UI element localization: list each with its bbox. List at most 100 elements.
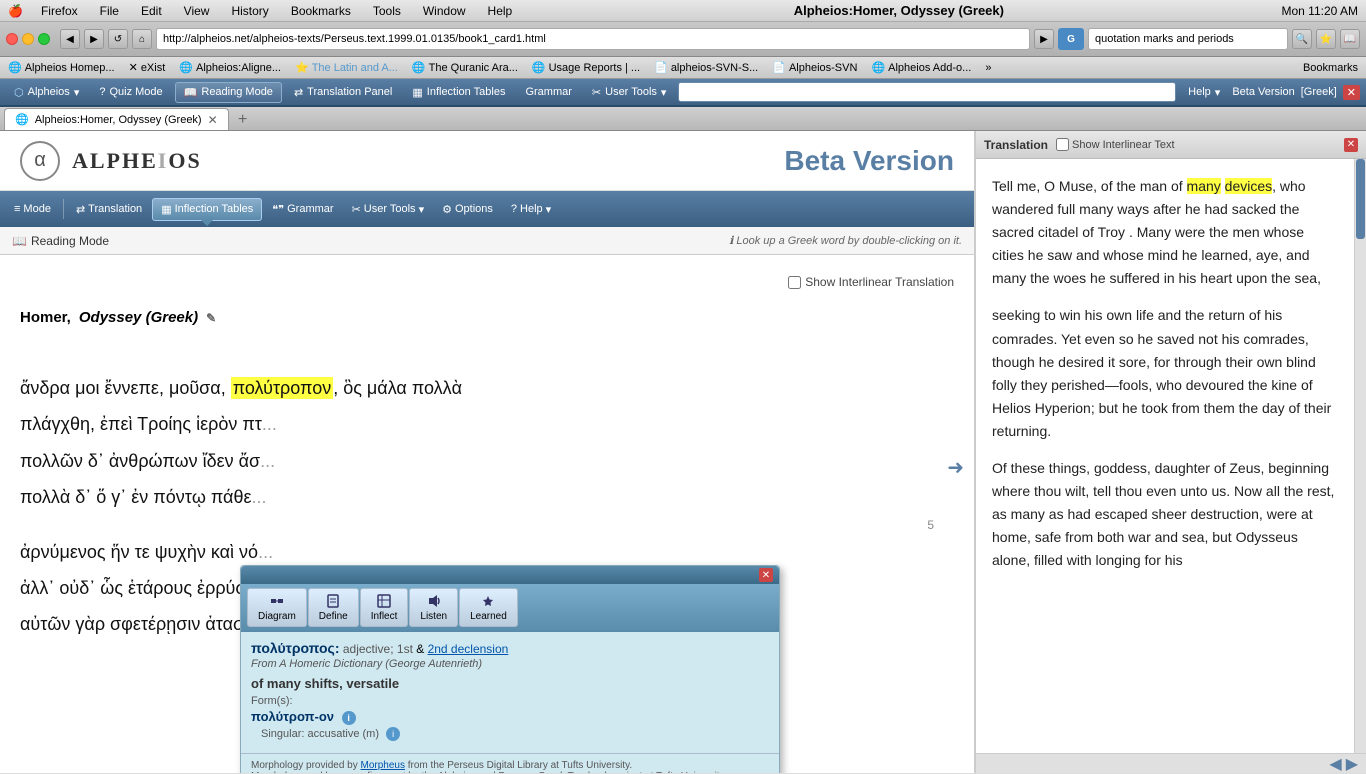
alpheios-label: Alpheios bbox=[28, 86, 70, 98]
menu-history[interactable]: History bbox=[227, 2, 272, 20]
user-tools-btn[interactable]: ✂ User Tools ▾ bbox=[584, 83, 675, 102]
menu-edit[interactable]: Edit bbox=[137, 2, 166, 20]
diagram-tool-btn[interactable]: Diagram bbox=[247, 588, 307, 627]
define-tool-btn[interactable]: Define bbox=[308, 588, 359, 627]
listen-tool-btn[interactable]: Listen bbox=[409, 588, 458, 627]
trans-scrollbar-thumb[interactable] bbox=[1356, 159, 1365, 239]
reload-button[interactable]: ↺ bbox=[108, 29, 128, 49]
search-input[interactable] bbox=[1088, 28, 1288, 50]
trans-prev-btn[interactable]: ◀ bbox=[1329, 754, 1341, 774]
morph-form-detail: Singular: accusative (m) i bbox=[261, 727, 769, 741]
define-icon bbox=[325, 593, 341, 609]
toolbar-search-input[interactable] bbox=[678, 82, 1176, 102]
go-button[interactable]: ▶ bbox=[1034, 29, 1054, 49]
translation-panel-icon: ⇄ bbox=[294, 86, 303, 99]
bookmark-star[interactable]: ⭐ bbox=[1316, 29, 1336, 49]
trans-scrollbar[interactable] bbox=[1354, 159, 1366, 753]
greek-line-3[interactable]: πολλῶν δ᾽ ἀνθρώπων ἴδεν ἄσ... bbox=[20, 445, 954, 477]
trans-next-btn[interactable]: ▶ bbox=[1346, 754, 1358, 774]
morpheus-link[interactable]: Morpheus bbox=[361, 760, 405, 771]
show-interlinear-checkbox[interactable] bbox=[1056, 138, 1069, 151]
bookmark-item-2[interactable]: 🌐 Alpheios:Aligne... bbox=[175, 59, 285, 76]
new-tab-btn[interactable]: + bbox=[233, 110, 253, 130]
translation-panel-btn[interactable]: ⇄ Translation Panel bbox=[286, 83, 400, 102]
bookmark-item-0[interactable]: 🌐 Alpheios Homep... bbox=[4, 59, 119, 76]
learned-tool-btn[interactable]: Learned bbox=[459, 588, 518, 627]
menu-bookmarks[interactable]: Bookmarks bbox=[287, 2, 355, 20]
show-interlinear-check-label[interactable]: Show Interlinear Text bbox=[1056, 138, 1175, 151]
main-content: α ALPHEIOS Beta Version ≡ Mode ⇄ Transla… bbox=[0, 131, 1366, 773]
bookmark-item-8[interactable]: 🌐 Alpheios Add-o... bbox=[867, 59, 975, 76]
menu-window[interactable]: Window bbox=[419, 2, 470, 20]
ct-user-tools-btn[interactable]: ✂ User Tools ▾ bbox=[344, 199, 433, 220]
menu-file[interactable]: File bbox=[96, 2, 123, 20]
inflect-tool-btn[interactable]: Inflect bbox=[360, 588, 409, 627]
ct-grammar-icon: ❝❞ bbox=[272, 203, 284, 216]
bookmark-item-4[interactable]: 🌐 The Quranic Ara... bbox=[408, 59, 522, 76]
greek-line-2[interactable]: πλάγχθη, ἐπεὶ Τροίης ἱερὸν πτ... bbox=[20, 408, 954, 440]
back-button[interactable]: ◀ bbox=[60, 29, 80, 49]
active-tab[interactable]: 🌐 Alpheios:Homer, Odyssey (Greek) ✕ bbox=[4, 108, 229, 130]
bookmark-more[interactable]: » bbox=[981, 60, 995, 76]
next-page-arrow[interactable]: ➜ bbox=[947, 455, 964, 480]
morph-popup-close[interactable]: ✕ bbox=[759, 568, 773, 582]
ct-translation-btn[interactable]: ⇄ Translation bbox=[68, 199, 150, 220]
apple-menu[interactable]: 🍎 bbox=[8, 4, 23, 18]
bookmark-item-5[interactable]: 🌐 Usage Reports | ... bbox=[528, 59, 644, 76]
interlinear-checkbox[interactable] bbox=[788, 276, 801, 289]
morph-footer-text1: Morphology provided by bbox=[251, 760, 358, 771]
ct-help-btn[interactable]: ? Help ▾ bbox=[503, 199, 559, 220]
greek-line-5[interactable]: ἀρνύμενος ἥν τε ψυχὴν καὶ νό... bbox=[20, 536, 954, 568]
text-title: Homer, Odyssey (Greek) ✎ bbox=[20, 309, 954, 326]
trans-close-btn[interactable]: ✕ bbox=[1344, 138, 1358, 152]
mac-menu-bar[interactable]: 🍎 Firefox File Edit View History Bookmar… bbox=[8, 2, 516, 20]
greek-line-1[interactable]: ἄνδρα μοι ἔννεπε, μοῦσα, πολύτροπον, ὃς … bbox=[20, 372, 954, 404]
reading-mode-btn[interactable]: 📖 Reading Mode bbox=[175, 82, 282, 103]
close-traffic-light[interactable] bbox=[6, 33, 18, 45]
search-button[interactable]: 🔍 bbox=[1292, 29, 1312, 49]
bookmark-item-1[interactable]: ✕ eXist bbox=[125, 59, 170, 76]
ct-grammar-btn[interactable]: ❝❞ Grammar bbox=[264, 199, 341, 220]
morph-info-icon[interactable]: i bbox=[342, 711, 356, 725]
morph-word: πολύτροπος: bbox=[251, 640, 340, 656]
inflection-tables-btn[interactable]: ▦ Inflection Tables bbox=[404, 83, 513, 102]
bookmarks-button[interactable]: 📖 bbox=[1340, 29, 1360, 49]
home-button[interactable]: ⌂ bbox=[132, 29, 152, 49]
edit-icon[interactable]: ✎ bbox=[206, 311, 216, 325]
bookmark-item-7[interactable]: 📄 Alpheios-SVN bbox=[768, 59, 861, 76]
form-detail-value: accusative (m) bbox=[307, 728, 379, 740]
menu-help[interactable]: Help bbox=[484, 2, 517, 20]
mode-btn[interactable]: ≡ Mode bbox=[6, 199, 59, 219]
ct-help-icon: ? bbox=[511, 203, 517, 215]
morph-form-info-icon[interactable]: i bbox=[386, 727, 400, 741]
ct-user-tools-icon: ✂ bbox=[352, 203, 361, 216]
inflection-label: Inflection Tables bbox=[427, 86, 506, 98]
forward-button[interactable]: ▶ bbox=[84, 29, 104, 49]
morph-footer-text2: from the Perseus Digital Library at Tuft… bbox=[408, 760, 632, 771]
greek-line-4[interactable]: πολλὰ δ᾽ ὅ γ᾽ ἐν πόντῳ πάθε... bbox=[20, 481, 954, 513]
bookmark-item-3[interactable]: ⭐ The Latin and A... bbox=[291, 59, 402, 76]
grammar-btn[interactable]: Grammar bbox=[517, 83, 579, 101]
quiz-mode-btn[interactable]: ? Quiz Mode bbox=[91, 83, 170, 101]
help-btn[interactable]: Help ▾ bbox=[1180, 83, 1228, 102]
ct-inflection-btn[interactable]: ▦ Inflection Tables bbox=[152, 198, 262, 221]
menu-tools[interactable]: Tools bbox=[369, 2, 405, 20]
menu-view[interactable]: View bbox=[180, 2, 214, 20]
highlighted-word[interactable]: πολύτροπον bbox=[231, 377, 334, 399]
maximize-traffic-light[interactable] bbox=[38, 33, 50, 45]
address-input[interactable] bbox=[156, 28, 1030, 50]
tab-close-btn[interactable]: ✕ bbox=[208, 113, 218, 127]
ct-options-btn[interactable]: ⚙ Options bbox=[434, 199, 501, 220]
google-icon: G bbox=[1058, 28, 1084, 50]
greek-text-area[interactable]: Show Interlinear Translation Homer, Odys… bbox=[0, 255, 974, 773]
close-toolbar-btn[interactable]: ✕ bbox=[1343, 85, 1360, 100]
minimize-traffic-light[interactable] bbox=[22, 33, 34, 45]
content-toolbar: ≡ Mode ⇄ Translation ▦ Inflection Tables… bbox=[0, 191, 974, 227]
interlinear-checkbox-label[interactable]: Show Interlinear Translation bbox=[788, 275, 954, 289]
bookmarks-label[interactable]: Bookmarks bbox=[1299, 60, 1362, 76]
menu-firefox[interactable]: Firefox bbox=[37, 2, 82, 20]
alpheios-dropdown-btn[interactable]: ⬡ Alpheios ▾ bbox=[6, 83, 87, 102]
reading-mode-text: Reading Mode bbox=[31, 234, 109, 248]
morph-declension-link[interactable]: 2nd declension bbox=[428, 642, 509, 656]
bookmark-item-6[interactable]: 📄 alpheios-SVN-S... bbox=[650, 59, 762, 76]
